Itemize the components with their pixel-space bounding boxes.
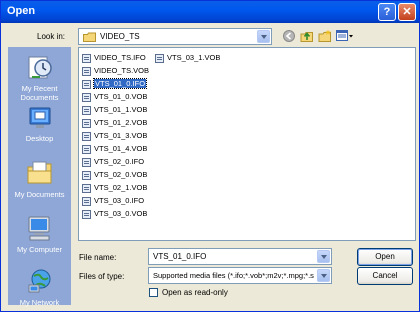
chevron-down-icon[interactable] (257, 30, 270, 43)
readonly-checkbox[interactable] (149, 288, 158, 297)
file-list[interactable]: VIDEO_TS.IFO VIDEO_TS.VOB VTS_01_0.IFO V… (78, 47, 416, 241)
file-icon (82, 79, 91, 89)
place-my-computer[interactable]: My Computer (8, 214, 71, 254)
new-folder-icon[interactable] (318, 29, 332, 43)
lookin-label: Look in: (37, 32, 66, 41)
file-icon (82, 131, 91, 141)
place-my-documents[interactable]: My Documents (8, 159, 71, 199)
filetype-value: Supported media files (*.ifo;*.vob*;m2v;… (153, 271, 314, 280)
chevron-down-icon[interactable] (317, 250, 330, 263)
file-icon (82, 144, 91, 154)
help-button[interactable]: ? (378, 3, 396, 21)
view-menu-icon[interactable] (336, 29, 354, 43)
file-icon (82, 53, 91, 63)
desktop-icon (29, 107, 50, 128)
places-bar: My Recent Documents Desktop My Documents (8, 47, 71, 307)
my-network-icon (28, 269, 50, 293)
place-desktop[interactable]: Desktop (8, 105, 71, 143)
place-recent-documents[interactable]: My Recent Documents (8, 53, 71, 102)
file-icon (155, 53, 164, 63)
place-label: Desktop (25, 134, 54, 143)
place-my-network[interactable]: My Network (8, 267, 71, 307)
close-button[interactable]: ✕ (398, 3, 416, 21)
list-item[interactable]: VTS_01_3.VOB (82, 130, 147, 142)
list-item[interactable]: VTS_01_4.VOB (82, 143, 147, 155)
title-bar[interactable]: Open ? ✕ (1, 1, 419, 23)
folder-icon (83, 32, 96, 42)
file-icon (82, 183, 91, 193)
file-icon (82, 105, 91, 115)
open-dialog: Open ? ✕ Look in: VIDEO_TS My Recent Doc… (0, 0, 420, 312)
filetype-dropdown[interactable]: Supported media files (*.ifo;*.vob*;m2v;… (148, 267, 332, 284)
dialog-title: Open (7, 5, 36, 17)
readonly-label: Open as read-only (162, 288, 228, 297)
up-folder-icon[interactable] (300, 29, 314, 43)
list-item[interactable]: VTS_02_0.VOB (82, 169, 147, 181)
filename-value: VTS_01_0.IFO (153, 252, 207, 261)
filename-label: File name: (79, 253, 117, 262)
my-documents-icon (27, 161, 51, 184)
list-item[interactable]: VTS_03_1.VOB (155, 52, 220, 64)
list-item[interactable]: VTS_03_0.IFO (82, 195, 144, 207)
place-label: My Network (19, 298, 60, 307)
file-icon (82, 118, 91, 128)
place-label: My Computer (16, 245, 62, 254)
list-item-selected[interactable]: VTS_01_0.IFO (82, 78, 148, 90)
place-label: My Recent Documents (20, 84, 59, 102)
list-item[interactable]: VIDEO_TS.VOB (82, 65, 149, 77)
back-icon[interactable] (283, 30, 295, 42)
file-icon (82, 196, 91, 206)
list-item[interactable]: VTS_01_2.VOB (82, 117, 147, 129)
cancel-button[interactable]: Cancel (357, 267, 413, 285)
recent-documents-icon (28, 56, 52, 79)
open-button[interactable]: Open (357, 248, 413, 266)
file-icon (82, 209, 91, 219)
lookin-dropdown[interactable]: VIDEO_TS (78, 28, 272, 45)
place-label: My Documents (14, 190, 65, 199)
list-item[interactable]: VTS_01_0.VOB (82, 91, 147, 103)
filename-input[interactable]: VTS_01_0.IFO (148, 248, 332, 265)
file-icon (82, 157, 91, 167)
lookin-value: VIDEO_TS (100, 32, 140, 41)
file-icon (82, 66, 91, 76)
file-icon (82, 170, 91, 180)
list-item[interactable]: VIDEO_TS.IFO (82, 52, 146, 64)
list-item[interactable]: VTS_01_1.VOB (82, 104, 147, 116)
file-icon (82, 92, 91, 102)
chevron-down-icon[interactable] (317, 269, 330, 282)
filetype-label: Files of type: (79, 272, 125, 281)
my-computer-icon (28, 216, 49, 241)
list-item[interactable]: VTS_02_1.VOB (82, 182, 147, 194)
list-item[interactable]: VTS_03_0.VOB (82, 208, 147, 220)
list-item[interactable]: VTS_02_0.IFO (82, 156, 144, 168)
